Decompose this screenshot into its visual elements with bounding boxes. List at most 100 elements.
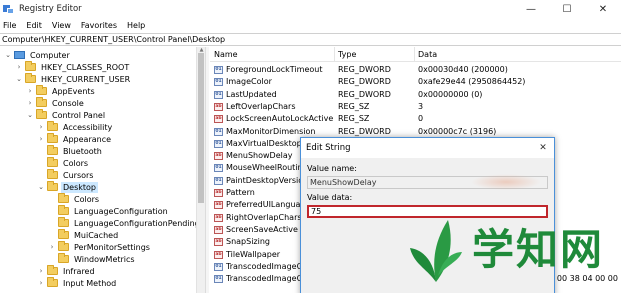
chevron-right-icon[interactable]: › — [48, 242, 56, 252]
chevron-right-icon[interactable]: › — [37, 278, 45, 288]
binary-value-icon: 01 — [214, 90, 223, 99]
menu-file[interactable]: File — [0, 21, 21, 30]
menu-help[interactable]: Help — [122, 21, 150, 30]
value-data: 3 — [418, 101, 424, 111]
tree-node[interactable]: › Infrared — [37, 265, 97, 277]
chevron-right-icon[interactable]: › — [37, 122, 45, 132]
tree-node-label: Infrared — [63, 266, 95, 276]
tree-node[interactable]: › Input Method — [37, 277, 118, 289]
folder-icon — [36, 85, 47, 95]
chevron-right-icon[interactable]: › — [37, 134, 45, 144]
folder-icon — [25, 73, 36, 83]
menu-favorites[interactable]: Favorites — [76, 21, 122, 30]
string-value-icon: ab — [214, 152, 223, 161]
value-row[interactable]: 01 LastUpdated REG_DWORD 0x00000000 (0) — [210, 89, 621, 101]
chevron-right-icon[interactable]: › — [26, 98, 34, 108]
string-value-icon: ab — [214, 201, 223, 210]
tree-node[interactable]: Colors — [48, 193, 101, 205]
value-row[interactable]: ab LeftOverlapChars REG_SZ 3 — [210, 101, 621, 113]
tree-node-label: Computer — [30, 50, 70, 60]
value-row[interactable]: 01 ImageColor REG_DWORD 0xafe29e44 (2950864… — [210, 76, 621, 88]
dialog-title-bar: Edit String ✕ — [301, 138, 554, 158]
computer-icon — [14, 51, 25, 59]
chevron-down-icon[interactable]: ⌄ — [26, 110, 34, 120]
dialog-title: Edit String — [306, 143, 351, 153]
tree-node[interactable]: Bluetooth — [37, 145, 104, 157]
tree-node[interactable]: MuiCached — [48, 229, 120, 241]
value-type: REG_SZ — [338, 114, 370, 124]
tree-node-label: Accessibility — [63, 122, 113, 132]
minimize-button[interactable]: — — [513, 0, 549, 18]
value-name: PreferredUILanguage — [226, 200, 311, 210]
value-name: PaintDesktopVersion — [226, 175, 309, 185]
chevron-down-icon[interactable]: ⌄ — [15, 74, 23, 84]
dialog-close-icon[interactable]: ✕ — [536, 141, 550, 155]
tree-node[interactable]: › Appearance — [37, 133, 113, 145]
tree-node-label: PerMonitorSettings — [74, 242, 150, 252]
value-name: RightOverlapChars — [226, 212, 302, 222]
value-type: REG_DWORD — [338, 89, 391, 99]
tree-node[interactable]: Colors — [37, 157, 90, 169]
folder-icon — [25, 61, 36, 71]
tree-node[interactable]: ⌄ Desktop — [37, 181, 98, 193]
binary-value-icon: 01 — [214, 262, 223, 271]
scroll-thumb[interactable] — [198, 53, 204, 203]
tree-node[interactable]: ⌄ Control Panel — [26, 109, 107, 121]
string-value-icon: ab — [214, 250, 223, 259]
value-data: 0xafe29e44 (2950864452) — [418, 77, 526, 87]
tree-node[interactable]: ⌄ Computer — [4, 49, 72, 61]
folder-icon — [47, 121, 58, 131]
tree-node[interactable]: LanguageConfigurationPending — [48, 217, 202, 229]
tree-node[interactable]: Cursors — [37, 169, 95, 181]
folder-icon — [58, 217, 69, 227]
column-type-header[interactable]: Type — [338, 50, 356, 59]
tree-node-label: Desktop — [61, 181, 98, 193]
value-data: 0x00030d40 (200000) — [418, 65, 508, 74]
folder-icon — [58, 193, 69, 203]
title-bar: Registry Editor — ☐ ✕ — [0, 0, 621, 18]
tree-node-label: Colors — [74, 194, 100, 204]
tree-node[interactable]: LanguageConfiguration — [48, 205, 170, 217]
chevron-right-icon[interactable]: › — [37, 266, 45, 276]
string-value-icon: ab — [214, 115, 223, 124]
tree-node[interactable]: ⌄ HKEY_CURRENT_USER — [15, 73, 132, 85]
value-type: REG_DWORD — [338, 65, 391, 74]
tree-node[interactable]: WindowMetrics — [48, 253, 137, 265]
binary-value-icon: 01 — [214, 176, 223, 185]
close-button[interactable]: ✕ — [585, 0, 621, 18]
menu-view[interactable]: View — [47, 21, 76, 30]
address-bar[interactable]: Computer\HKEY_CURRENT_USER\Control Panel… — [0, 33, 621, 46]
value-name: LastUpdated — [226, 89, 277, 99]
column-data-header[interactable]: Data — [418, 50, 437, 59]
folder-icon — [47, 181, 58, 191]
value-row[interactable]: 01 ForegroundLockTimeout REG_DWORD 0x00030d… — [210, 64, 621, 76]
tree-scrollbar[interactable]: ▲ — [196, 47, 205, 293]
value-row[interactable]: ab LockScreenAutoLockActive REG_SZ 0 — [210, 113, 621, 125]
tree-node-label: MuiCached — [74, 230, 119, 240]
tree-node-label: HKEY_CLASSES_ROOT — [41, 62, 130, 72]
chevron-right-icon[interactable]: › — [15, 62, 23, 72]
pane-splitter[interactable] — [205, 47, 209, 293]
chevron-right-icon[interactable]: › — [26, 86, 34, 96]
string-value-icon: ab — [214, 189, 223, 197]
value-data-label: Value data: — [307, 193, 353, 202]
maximize-button[interactable]: ☐ — [549, 0, 585, 18]
value-row[interactable]: 01 MaxMonitorDimension REG_DWORD 0x00000c7c… — [210, 126, 621, 138]
binary-value-icon: 01 — [214, 127, 223, 136]
value-type: REG_DWORD — [338, 126, 391, 136]
tree-node[interactable]: › PerMonitorSettings — [48, 241, 152, 253]
tree-node[interactable]: › AppEvents — [26, 85, 97, 97]
tree-node[interactable]: › Console — [26, 97, 86, 109]
value-name: MenuShowDelay — [226, 151, 293, 161]
tree-node[interactable]: › HKEY_CLASSES_ROOT — [15, 61, 131, 73]
chevron-down-icon[interactable]: ⌄ — [4, 50, 12, 60]
menu-edit[interactable]: Edit — [21, 21, 47, 30]
column-name-header[interactable]: Name — [214, 50, 238, 59]
tree-node[interactable]: › Accessibility — [37, 121, 114, 133]
tree-node-label: AppEvents — [52, 86, 95, 96]
chevron-down-icon[interactable]: ⌄ — [37, 182, 45, 192]
string-value-icon: ab — [214, 225, 223, 234]
